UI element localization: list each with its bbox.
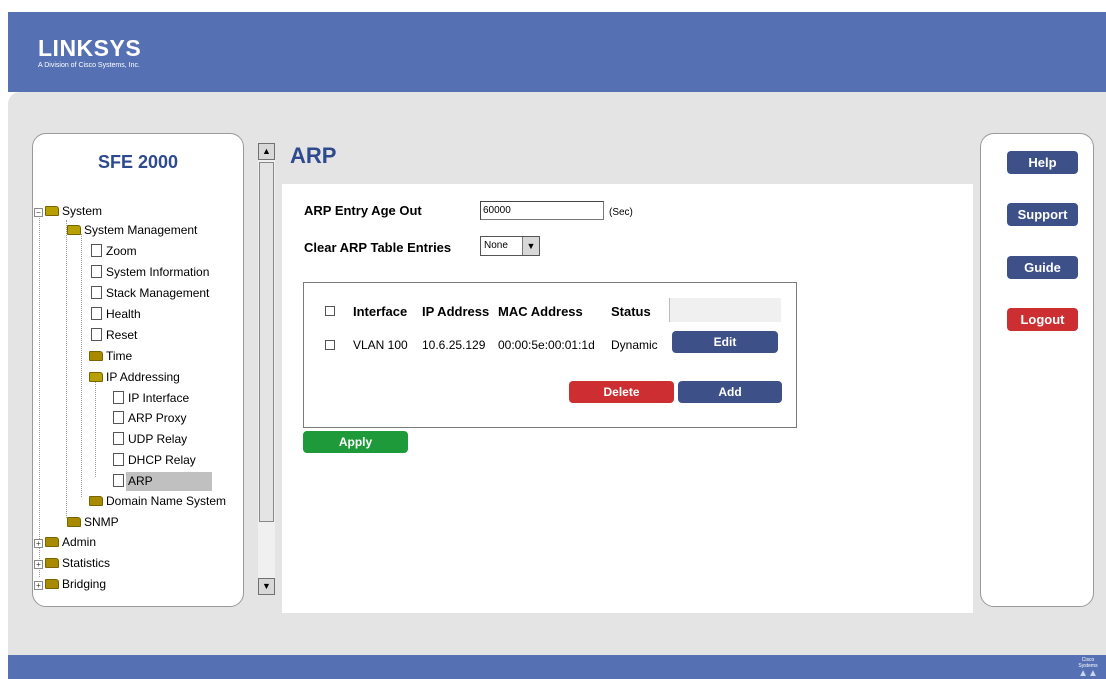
add-button[interactable]: Add — [678, 381, 782, 403]
chevron-down-icon[interactable]: ▼ — [522, 237, 539, 255]
tree-line — [95, 379, 96, 477]
folder-icon — [45, 558, 59, 568]
clear-entries-label: Clear ARP Table Entries — [304, 240, 452, 255]
tree-item-system-management[interactable]: System Management — [67, 221, 199, 240]
collapse-icon[interactable]: − — [34, 208, 43, 217]
document-icon — [91, 244, 102, 257]
tree-item-snmp[interactable]: SNMP — [67, 513, 121, 532]
edit-button[interactable]: Edit — [672, 331, 778, 353]
tree-item-arp[interactable]: ARP — [113, 472, 212, 491]
page-title: ARP — [290, 143, 337, 168]
age-out-label: ARP Entry Age Out — [304, 203, 422, 218]
header-interface: Interface — [353, 304, 408, 319]
tree-item-bridging[interactable]: + Bridging — [34, 575, 108, 594]
folder-icon — [67, 517, 81, 527]
select-all-checkbox[interactable] — [325, 306, 335, 316]
folder-icon — [45, 537, 59, 547]
expand-icon[interactable]: + — [34, 581, 43, 590]
tree-item-udp-relay[interactable]: UDP Relay — [113, 430, 189, 449]
folder-open-icon — [89, 372, 103, 382]
clear-entries-select[interactable]: None ▼ — [480, 236, 540, 256]
tree-item-reset[interactable]: Reset — [91, 326, 139, 345]
help-button[interactable]: Help — [1007, 151, 1078, 174]
scroll-up-arrow-icon[interactable]: ▲ — [258, 143, 275, 160]
tree-item-admin[interactable]: + Admin — [34, 533, 98, 552]
linksys-logo: LINKSYS A Division of Cisco Systems, Inc… — [38, 36, 141, 70]
document-icon — [113, 391, 124, 404]
row-interface: VLAN 100 — [353, 338, 408, 352]
header-mac-address: MAC Address — [498, 304, 583, 319]
document-icon — [113, 474, 124, 487]
tree-item-statistics[interactable]: + Statistics — [34, 554, 112, 573]
support-button[interactable]: Support — [1007, 203, 1078, 226]
cisco-bars-icon: ▲▲ — [1078, 668, 1098, 679]
cisco-logo: Cisco Systems ▲▲ — [1074, 657, 1102, 679]
row-ip-address: 10.6.25.129 — [422, 338, 486, 352]
document-icon — [113, 453, 124, 466]
folder-icon — [45, 579, 59, 589]
delete-button[interactable]: Delete — [569, 381, 674, 403]
tree-item-zoom[interactable]: Zoom — [91, 242, 139, 261]
tree-item-stack-management[interactable]: Stack Management — [91, 284, 211, 303]
age-out-unit: (Sec) — [609, 207, 633, 218]
age-out-input[interactable] — [480, 201, 604, 220]
logout-button[interactable]: Logout — [1007, 308, 1078, 331]
tree-line — [39, 218, 40, 577]
tree-item-arp-proxy[interactable]: ARP Proxy — [113, 409, 188, 428]
expand-icon[interactable]: + — [34, 539, 43, 548]
document-icon — [113, 411, 124, 424]
tree-item-time[interactable]: Time — [89, 347, 134, 366]
folder-icon — [89, 496, 103, 506]
navigation-panel: SFE 2000 − System System Management Zoom … — [32, 133, 244, 607]
row-status: Dynamic — [611, 338, 658, 352]
apply-button[interactable]: Apply — [303, 431, 408, 453]
clear-entries-value: None — [484, 240, 508, 251]
tree-item-ip-addressing[interactable]: IP Addressing — [89, 368, 182, 387]
row-mac-address: 00:00:5e:00:01:1d — [498, 338, 595, 352]
document-icon — [91, 265, 102, 278]
tree-item-system[interactable]: − System — [34, 202, 104, 221]
tree-line — [81, 234, 82, 497]
logo-title: LINKSYS — [38, 35, 142, 61]
footer-bar: Cisco Systems ▲▲ — [8, 655, 1106, 679]
folder-open-icon — [45, 206, 59, 216]
row-checkbox[interactable] — [325, 340, 335, 350]
navigation-scrollbar[interactable]: ▲ ▼ — [258, 143, 275, 595]
header-ip-address: IP Address — [422, 304, 490, 319]
document-icon — [113, 432, 124, 445]
expand-icon[interactable]: + — [34, 560, 43, 569]
scroll-down-arrow-icon[interactable]: ▼ — [258, 578, 275, 595]
guide-button[interactable]: Guide — [1007, 256, 1078, 279]
folder-open-icon — [67, 225, 81, 235]
scrollbar-thumb[interactable] — [259, 162, 274, 522]
tree-item-health[interactable]: Health — [91, 305, 143, 324]
header-status: Status — [611, 304, 651, 319]
document-icon — [91, 307, 102, 320]
header-blank-cell — [669, 298, 781, 322]
document-icon — [91, 328, 102, 341]
tree-item-domain-name-system[interactable]: Domain Name System — [89, 492, 228, 511]
tree-item-system-information[interactable]: System Information — [91, 263, 211, 282]
document-icon — [91, 286, 102, 299]
device-name: SFE 2000 — [97, 152, 179, 172]
tree-item-ip-interface[interactable]: IP Interface — [113, 389, 191, 408]
logo-subtitle: A Division of Cisco Systems, Inc. — [38, 62, 140, 69]
tree-item-dhcp-relay[interactable]: DHCP Relay — [113, 451, 198, 470]
tree-line — [66, 220, 67, 518]
folder-icon — [89, 351, 103, 361]
header-bar: LINKSYS A Division of Cisco Systems, Inc… — [8, 12, 1106, 92]
